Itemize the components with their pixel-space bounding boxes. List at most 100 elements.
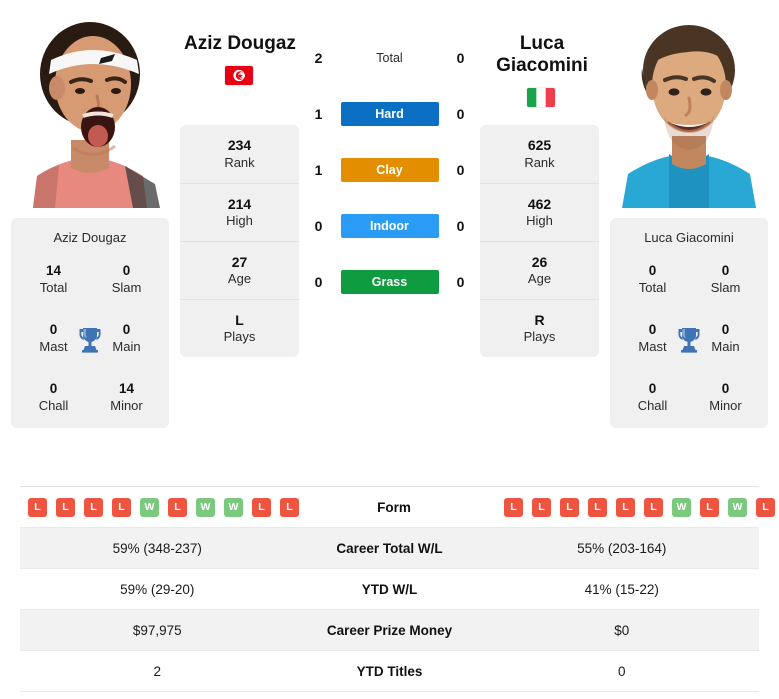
form-badge-right-8: W (728, 497, 747, 517)
profile-card-left: 234 Rank 214 High 27 Age L Plays (180, 125, 299, 357)
surface-count-right: 0 (456, 50, 465, 66)
titles-grid-right: 0 Total 0 Slam 0 Mast 0 Main 0 Chall 0 M… (616, 263, 762, 414)
row-label-ytd-titles: YTD Titles (356, 663, 423, 679)
stat-value: 0 (49, 381, 58, 397)
profile-value: R (534, 311, 545, 328)
player-name-left: Aziz Dougaz (184, 33, 296, 54)
ytd-titles-left: 2 (153, 663, 161, 679)
profile-high-left: 214 High (180, 183, 299, 241)
profile-label: Age (227, 271, 252, 287)
stat-value: 0 (648, 381, 657, 397)
surface-count-right: 0 (456, 106, 465, 122)
stat-value: 0 (648, 263, 657, 278)
stat-label: Minor (709, 398, 742, 414)
stat-slam-left: 0 Slam (90, 263, 163, 296)
player-name-right: Luca Giacomini (496, 33, 588, 76)
trophy-icon (77, 325, 103, 353)
form-badge-left-6: W (196, 497, 215, 517)
stat-label: Total (39, 279, 68, 295)
profile-label: Rank (524, 154, 555, 170)
profile-value: 625 (527, 137, 552, 154)
table-row-ytd-titles: 2 YTD Titles 0 (20, 651, 759, 692)
surface-label-grass[interactable]: Grass (340, 270, 439, 294)
surface-label-indoor[interactable]: Indoor (340, 214, 439, 238)
surface-label-hard[interactable]: Hard (340, 102, 439, 126)
stat-label: Slam (111, 279, 142, 295)
stat-total-left: 14 Total (17, 263, 90, 296)
profile-label: Rank (224, 154, 255, 170)
profile-age-left: 27 Age (180, 241, 299, 299)
profile-label: Plays (223, 329, 256, 345)
player-portrait-left (15, 8, 165, 208)
profile-age-right: 26 Age (480, 241, 599, 299)
career-total-wl-right: 55% (203-164) (577, 540, 667, 556)
stat-value: 14 (118, 381, 135, 397)
row-label-career-prize-money: Career Prize Money (326, 622, 453, 638)
profile-value: 27 (231, 253, 248, 270)
card-player-name-right: Luca Giacomini (644, 230, 734, 245)
card-player-name-left: Aziz Dougaz (53, 230, 127, 245)
form-badge-left-7: W (224, 497, 243, 517)
form-badge-left-3: L (112, 497, 131, 517)
surface-label-clay[interactable]: Clay (340, 158, 439, 182)
stat-value: 14 (45, 263, 62, 278)
comparison-table: LLLLWLWWLL Form LLLLLLWLWL 59% (348-237)… (20, 486, 775, 692)
stat-value: 0 (122, 263, 131, 278)
form-badges-left: LLLLWLWWLL (20, 497, 299, 517)
stat-value: 0 (721, 381, 730, 397)
ytd-titles-right: 0 (617, 663, 626, 679)
form-badge-right-0: L (504, 497, 523, 517)
profile-value: 234 (227, 137, 252, 154)
surface-row-total: 2 Total 0 (300, 30, 480, 86)
titles-card-right: Luca Giacomini 0 Total 0 Slam 0 Mast 0 M… (610, 218, 768, 429)
form-badge-right-9: L (756, 497, 775, 517)
profile-value: L (235, 311, 244, 328)
profile-label: High (526, 213, 553, 229)
stat-chall-right: 0 Chall (616, 381, 689, 414)
player-photo-right (599, 0, 779, 218)
surface-count-right: 0 (456, 162, 465, 178)
player-portrait-right (614, 8, 764, 208)
surface-row-clay: 1 Clay 0 (300, 142, 480, 198)
profile-value: 214 (227, 195, 252, 212)
form-badge-left-2: L (84, 497, 103, 517)
form-badge-right-4: L (616, 497, 635, 517)
form-badge-right-2: L (560, 497, 579, 517)
surface-row-indoor: 0 Indoor 0 (300, 198, 480, 254)
profile-label: Plays (523, 329, 556, 345)
surface-count-left: 0 (314, 274, 323, 290)
row-label-career-total-wl: Career Total W/L (336, 540, 443, 556)
row-label-form: Form (377, 499, 411, 515)
profile-label: High (226, 213, 253, 229)
tunisia-flag (225, 66, 253, 85)
stat-slam-right: 0 Slam (689, 263, 762, 296)
stat-label: Total (638, 279, 667, 295)
player-column-left: Aziz Dougaz 14 Total 0 Slam 0 Mast 0 Mai… (0, 0, 180, 429)
italy-flag (527, 88, 555, 107)
ytd-wl-left: 59% (29-20) (120, 581, 195, 597)
profile-value: 462 (527, 195, 552, 212)
surface-count-left: 0 (314, 218, 323, 234)
surface-count-left: 1 (314, 162, 323, 178)
form-badge-left-5: L (168, 497, 187, 517)
profile-rank-right: 625 Rank (480, 125, 599, 183)
surface-count-right: 0 (456, 218, 465, 234)
surface-comparison: 2 Total 0 1 Hard 0 1 Clay 0 0 Indoor 0 0 (299, 0, 480, 310)
form-badges-right: LLLLLLWLWL (489, 497, 775, 517)
stat-minor-left: 14 Minor (90, 381, 163, 414)
stat-value: 0 (721, 263, 730, 278)
form-badge-left-4: W (140, 497, 159, 517)
form-badge-left-0: L (28, 497, 47, 517)
trophy-icon (676, 325, 702, 353)
titles-grid-left: 14 Total 0 Slam 0 Mast 0 Main 0 Chall 14… (17, 263, 163, 414)
form-badge-right-7: L (700, 497, 719, 517)
form-badge-right-1: L (532, 497, 551, 517)
table-row-career-prize-money: $97,975 Career Prize Money $0 (20, 610, 759, 651)
stat-chall-left: 0 Chall (17, 381, 90, 414)
profile-rank-left: 234 Rank (180, 125, 299, 183)
comparison-header: Aziz Dougaz 14 Total 0 Slam 0 Mast 0 Mai… (0, 0, 779, 472)
player-photo-left (0, 0, 180, 218)
row-label-ytd-wl: YTD W/L (361, 581, 418, 597)
form-badge-left-9: L (280, 497, 299, 517)
stat-label: Slam (710, 279, 741, 295)
